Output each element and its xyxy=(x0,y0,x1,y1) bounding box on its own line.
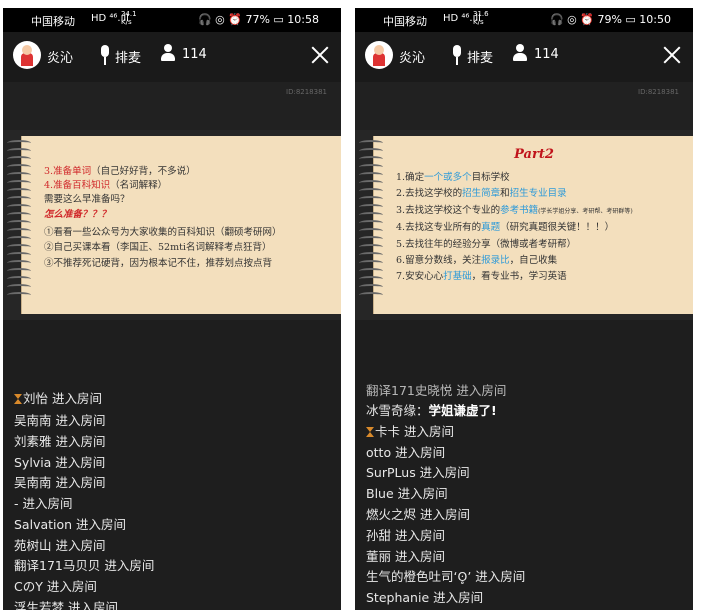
chat-item: Blue 进入房间 xyxy=(366,486,448,501)
chat-item: 刘素雅 进入房间 xyxy=(14,434,106,449)
slide-line: 怎么准备？？？ xyxy=(44,209,111,220)
slide-line: 3.去找这学校这个专业的参考书籍(学长学姐分享、考研帮、考研群等) xyxy=(396,205,633,216)
chat-item: Sylvia 进入房间 xyxy=(14,455,106,470)
phone-screen-right: 中国移动 HD ⁴⁶.ıll 31.6 K/s 🎧 ◎ ⏰ 79% ▭ 10:50… xyxy=(355,8,693,610)
user-icon xyxy=(161,44,175,62)
notebook-page: Part2 1.确定一个或多个目标学校 2.去找这学校的招生简章和招生专业目录 … xyxy=(373,136,693,314)
status-right: 🎧 ◎ ⏰ 79% ▭ 10:50 xyxy=(549,13,671,26)
chat-feed[interactable]: 翻译171史晓悦 进入房间 冰雪奇缘：学姐谦虚了! 卡卡 进入房间 otto 进… xyxy=(355,320,693,610)
video-area: ID:8218381 xyxy=(3,82,341,130)
video-area: ID:8218381 xyxy=(355,82,693,130)
phone-screen-left: 中国移动 HD ⁴⁶.ıll 24.1 K/s 🎧 ◎ ⏰ 77% ▭ 10:58… xyxy=(3,8,341,610)
chat-item: 董丽 进入房间 xyxy=(366,549,445,564)
close-icon[interactable] xyxy=(661,44,683,66)
live-room-header: 炎沁 排麦 114 xyxy=(3,32,341,82)
chat-item: 生气的橙色吐司ʻʘ̥ʼ 进入房间 xyxy=(366,569,526,584)
slide-line: 1.确定一个或多个目标学校 xyxy=(396,172,510,183)
status-bar: 中国移动 HD ⁴⁶.ıll 24.1 K/s 🎧 ◎ ⏰ 77% ▭ 10:58 xyxy=(3,8,341,32)
network-speed: 31.6 K/s xyxy=(473,10,489,26)
chat-item: 卡卡 进入房间 xyxy=(366,421,454,440)
chat-item: SurPLus 进入房间 xyxy=(366,465,470,480)
shared-slide: Part2 1.确定一个或多个目标学校 2.去找这学校的招生简章和招生专业目录 … xyxy=(355,130,693,320)
microphone-icon[interactable] xyxy=(99,45,111,67)
carrier-label: 中国移动 xyxy=(383,15,427,28)
chat-item: 吴南南 进入房间 xyxy=(14,413,106,428)
chat-item: 刘怡 进入房间 xyxy=(14,388,102,407)
viewer-count[interactable]: 114 xyxy=(182,47,207,62)
chat-item: - 进入房间 xyxy=(14,496,73,511)
chat-item: 吴南南 进入房间 xyxy=(14,475,106,490)
chat-item: 浮生若梦 进入房间 xyxy=(14,600,118,610)
chat-item: 翻译171马贝贝 进入房间 xyxy=(14,558,155,573)
slide-line: 需要这么早准备吗？ xyxy=(44,194,130,205)
shared-slide: 3.准备单词（自己好好背，不多说） 4.准备百科知识（名词解释） 需要这么早准备… xyxy=(3,130,341,320)
user-icon xyxy=(513,44,527,62)
room-id: ID:8218381 xyxy=(286,88,327,96)
microphone-icon[interactable] xyxy=(451,45,463,67)
carrier-label: 中国移动 xyxy=(31,15,75,28)
chat-item: 翻译171史晓悦 进入房间 xyxy=(366,383,507,398)
hourglass-icon xyxy=(14,394,22,404)
queue-button[interactable]: 排麦 xyxy=(467,47,493,66)
status-right: 🎧 ◎ ⏰ 77% ▭ 10:58 xyxy=(197,13,319,26)
slide-line: ②自己买课本看（李国正、52mti名词解释考点狂背） xyxy=(44,242,272,253)
chat-item: CのY 进入房间 xyxy=(14,579,97,594)
slide-line: ③不推荐死记硬背，因为根本记不住，推荐划点按点背 xyxy=(44,258,273,269)
status-bar: 中国移动 HD ⁴⁶.ıll 31.6 K/s 🎧 ◎ ⏰ 79% ▭ 10:50 xyxy=(355,8,693,32)
slide-line: 4.去找这专业所有的真题（研究真题很关键！！！） xyxy=(396,222,615,233)
notebook-rings xyxy=(359,140,383,310)
slide-line: 2.去找这学校的招生简章和招生专业目录 xyxy=(396,188,567,199)
slide-line: 5.去找往年的经验分享（微博或者考研帮） xyxy=(396,239,577,250)
chat-item: 苑树山 进入房间 xyxy=(14,538,106,553)
slide-line: 7.安安心心打基础，看专业书，学习英语 xyxy=(396,271,567,282)
notebook-page: 3.准备单词（自己好好背，不多说） 4.准备百科知识（名词解释） 需要这么早准备… xyxy=(21,136,341,314)
chat-item: 燃火之烬 进入房间 xyxy=(366,507,470,522)
slide-line: 4.准备百科知识（名词解释） xyxy=(44,180,168,191)
slide-line: ①看看一些公众号为大家收集的百科知识（翻硕考研网） xyxy=(44,227,282,238)
slide-line: 6.留意分数线，关注报录比，自己收集 xyxy=(396,255,558,266)
viewer-count[interactable]: 114 xyxy=(534,47,559,62)
host-avatar[interactable] xyxy=(13,41,41,69)
chat-item: Salvation 进入房间 xyxy=(14,517,127,532)
network-speed: 24.1 K/s xyxy=(121,10,137,26)
hourglass-icon xyxy=(366,427,374,437)
host-name[interactable]: 炎沁 xyxy=(399,47,425,66)
notebook-rings xyxy=(7,140,31,310)
host-avatar[interactable] xyxy=(365,41,393,69)
chat-item: otto 进入房间 xyxy=(366,445,446,460)
slide-title: Part2 xyxy=(514,147,554,162)
queue-button[interactable]: 排麦 xyxy=(115,47,141,66)
chat-message: 冰雪奇缘：学姐谦虚了! xyxy=(366,403,497,418)
chat-item: Stephanie 进入房间 xyxy=(366,590,484,605)
chat-feed[interactable]: 刘怡 进入房间 吴南南 进入房间 刘素雅 进入房间 Sylvia 进入房间 吴南… xyxy=(3,320,341,610)
live-room-header: 炎沁 排麦 114 xyxy=(355,32,693,82)
chat-item: 孙甜 进入房间 xyxy=(366,528,445,543)
host-name[interactable]: 炎沁 xyxy=(47,47,73,66)
slide-line: 3.准备单词（自己好好背，不多说） xyxy=(44,166,196,177)
room-id: ID:8218381 xyxy=(638,88,679,96)
close-icon[interactable] xyxy=(309,44,331,66)
